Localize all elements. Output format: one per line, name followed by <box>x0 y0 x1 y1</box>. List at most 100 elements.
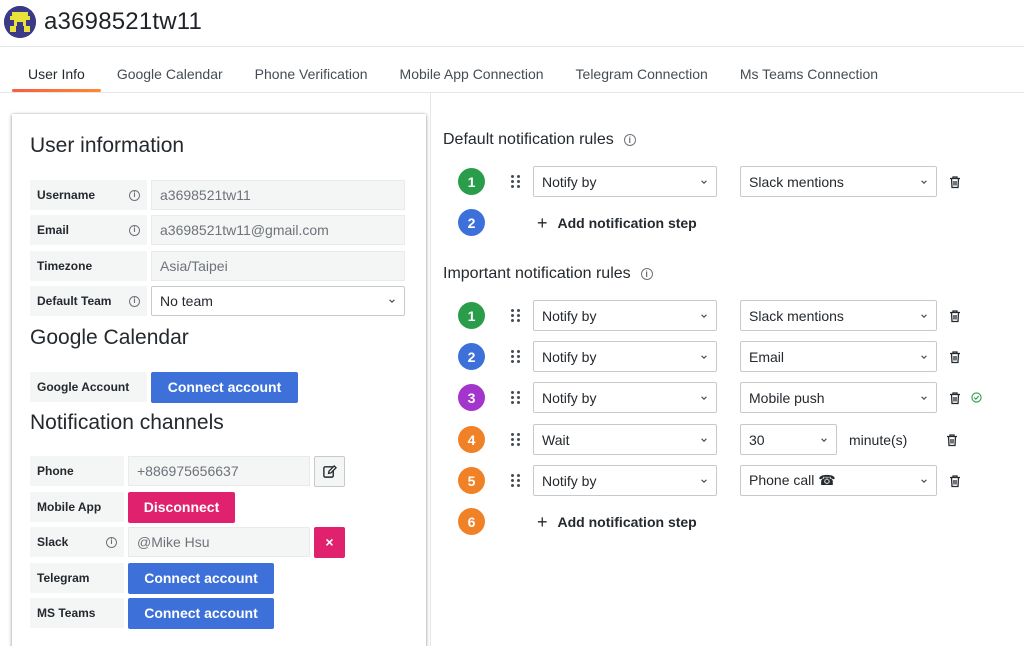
action-select[interactable]: Notify by <box>533 166 717 197</box>
info-icon[interactable]: i <box>623 134 636 146</box>
chevron-down-icon <box>821 437 827 442</box>
tab-user-info[interactable]: User Info <box>12 56 101 92</box>
channel-select[interactable]: Phone call ☎ <box>740 465 937 496</box>
drag-handle-icon[interactable] <box>511 474 521 488</box>
chevron-down-icon <box>921 395 927 400</box>
ms-teams-row: MS Teams Connect account <box>30 597 274 629</box>
drag-handle-icon[interactable] <box>511 309 521 323</box>
action-select[interactable]: Wait <box>533 424 717 455</box>
info-icon[interactable]: i <box>129 189 140 201</box>
plus-icon: + <box>537 511 548 532</box>
add-notification-step-button[interactable]: + Add notification step <box>537 214 697 232</box>
wait-duration-select[interactable]: 30 <box>740 424 837 455</box>
edit-icon <box>323 464 337 478</box>
email-label: Email <box>37 223 70 237</box>
chevron-down-icon <box>701 395 707 400</box>
info-icon[interactable]: i <box>640 268 653 280</box>
trash-icon[interactable] <box>948 391 962 405</box>
slack-remove-button[interactable]: × <box>314 526 345 558</box>
channel-value: Email <box>749 348 785 365</box>
tab-mobile-app-connection[interactable]: Mobile App Connection <box>384 56 560 92</box>
username-row: Username i a3698521tw11 <box>30 180 405 210</box>
info-icon[interactable]: i <box>129 295 140 307</box>
chevron-down-icon <box>389 299 395 303</box>
important-step-5: 5 Notify by Phone call ☎ <box>458 465 962 496</box>
ms-teams-label: MS Teams <box>37 606 96 620</box>
important-step-2: 2 Notify by Email <box>458 341 962 372</box>
drag-handle-icon[interactable] <box>511 391 521 405</box>
check-circle-icon <box>971 392 982 403</box>
trash-icon[interactable] <box>948 350 962 364</box>
tabs-divider <box>0 92 1024 93</box>
google-calendar-title: Google Calendar <box>30 326 189 349</box>
step-number: 2 <box>458 343 485 370</box>
action-select[interactable]: Notify by <box>533 341 717 372</box>
slack-row: Slack i @Mike Hsu × <box>30 526 345 558</box>
username-field: a3698521tw11 <box>151 180 405 210</box>
google-connect-button[interactable]: Connect account <box>151 371 298 403</box>
tab-google-calendar[interactable]: Google Calendar <box>101 56 239 92</box>
chevron-down-icon <box>701 354 707 359</box>
phone-label-box: Phone <box>30 456 124 486</box>
trash-icon[interactable] <box>948 309 962 323</box>
action-select[interactable]: Notify by <box>533 465 717 496</box>
wait-unit-label: minute(s) <box>849 431 908 448</box>
step-number: 1 <box>458 168 485 195</box>
slack-label-box: Slack i <box>30 527 124 557</box>
default-team-select[interactable]: No team <box>151 286 405 316</box>
google-account-label: Google Account <box>37 380 130 394</box>
step-number: 2 <box>458 209 485 236</box>
timezone-field: Asia/Taipei <box>151 251 405 281</box>
phone-label: Phone <box>37 464 74 478</box>
channel-select[interactable]: Email <box>740 341 937 372</box>
tab-bar: User Info Google Calendar Phone Verifica… <box>12 56 894 92</box>
notification-channels-title: Notification channels <box>30 411 224 434</box>
phone-field: +886975656637 <box>128 456 310 486</box>
user-info-title: User information <box>30 134 185 157</box>
trash-icon[interactable] <box>948 474 962 488</box>
important-step-6: 6 + Add notification step <box>458 506 697 537</box>
pixel-avatar-icon <box>4 6 36 38</box>
tab-telegram-connection[interactable]: Telegram Connection <box>560 56 724 92</box>
telegram-row: Telegram Connect account <box>30 562 274 594</box>
channel-select[interactable]: Slack mentions <box>740 166 937 197</box>
user-info-card: User information Username i a3698521tw11… <box>12 114 426 646</box>
step-number: 1 <box>458 302 485 329</box>
default-team-label-box: Default Team i <box>30 286 147 316</box>
drag-handle-icon[interactable] <box>511 350 521 364</box>
mobile-app-label: Mobile App <box>37 500 102 514</box>
avatar[interactable] <box>4 6 36 38</box>
info-icon[interactable]: i <box>106 536 117 548</box>
phone-row: Phone +886975656637 <box>30 455 345 487</box>
email-row: Email i a3698521tw11@gmail.com <box>30 215 405 245</box>
add-notification-step-button[interactable]: + Add notification step <box>537 513 697 531</box>
ms-teams-connect-button[interactable]: Connect account <box>128 597 274 629</box>
edit-phone-button[interactable] <box>314 455 345 487</box>
drag-handle-icon[interactable] <box>511 175 521 189</box>
telegram-connect-button[interactable]: Connect account <box>128 562 274 594</box>
action-value: Notify by <box>542 472 597 489</box>
action-select[interactable]: Notify by <box>533 382 717 413</box>
channel-select[interactable]: Mobile push <box>740 382 937 413</box>
action-value: Notify by <box>542 389 597 406</box>
slack-label: Slack <box>37 535 69 549</box>
action-value: Wait <box>542 431 570 448</box>
default-team-label: Default Team <box>37 294 112 308</box>
action-select[interactable]: Notify by <box>533 300 717 331</box>
step-number: 3 <box>458 384 485 411</box>
panel-divider <box>430 93 431 646</box>
channel-value: Slack mentions <box>749 307 844 324</box>
username-label-box: Username i <box>30 180 147 210</box>
tab-phone-verification[interactable]: Phone Verification <box>239 56 384 92</box>
telegram-label-box: Telegram <box>30 563 124 593</box>
info-icon[interactable]: i <box>129 224 140 236</box>
channel-select[interactable]: Slack mentions <box>740 300 937 331</box>
add-step-label: Add notification step <box>557 214 697 231</box>
default-team-value: No team <box>160 293 213 309</box>
trash-icon[interactable] <box>948 175 962 189</box>
tab-ms-teams-connection[interactable]: Ms Teams Connection <box>724 56 894 92</box>
step-number: 4 <box>458 426 485 453</box>
trash-icon[interactable] <box>945 433 959 447</box>
drag-handle-icon[interactable] <box>511 433 521 447</box>
mobile-disconnect-button[interactable]: Disconnect <box>128 491 235 523</box>
